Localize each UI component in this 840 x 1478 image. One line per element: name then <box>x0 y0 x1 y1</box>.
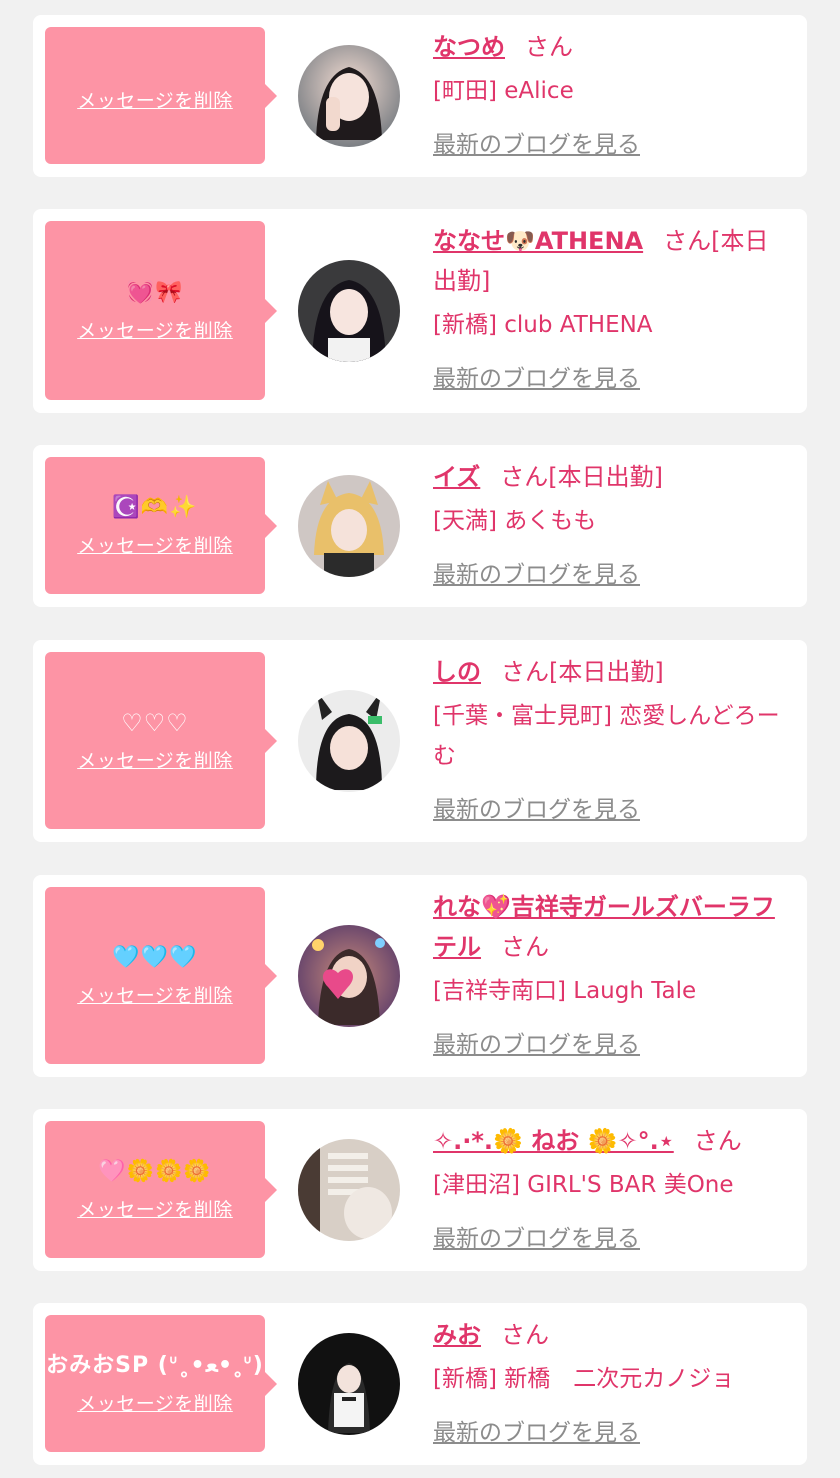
message-bubble: おみおSP (ᐡ˳•ﻌ•˳ᐡ) メッセージを削除 <box>45 1315 277 1452</box>
message-bubble: メッセージを削除 <box>45 27 277 164</box>
message-bubble: 💓🎀 メッセージを削除 <box>45 221 277 400</box>
avatar[interactable] <box>298 1333 400 1435</box>
delete-message-link[interactable]: メッセージを削除 <box>77 531 233 558</box>
member-name-link[interactable]: ななせ🐶ATHENA <box>433 227 643 255</box>
name-suffix: さん[本日出勤] <box>500 463 664 491</box>
message-memo: おみおSP (ᐡ˳•ﻌ•˳ᐡ) <box>46 1353 264 1378</box>
member-info: イズ さん[本日出勤] [天満] あくもも 最新のブログを見る <box>433 457 789 589</box>
member-info: れな💖吉祥寺ガールズバーラフテル さん [吉祥寺南口] Laugh Tale 最新… <box>433 887 789 1059</box>
delete-message-link[interactable]: メッセージを削除 <box>77 981 233 1008</box>
member-name-link[interactable]: しの <box>433 658 481 686</box>
delete-message-link[interactable]: メッセージを削除 <box>77 1195 233 1222</box>
avatar-photo-icon <box>298 45 400 147</box>
name-suffix: さん[本日出勤] <box>501 658 664 686</box>
message-card: 💓🎀 メッセージを削除 ななせ🐶ATHENA さん[本日出勤] [新橋] club… <box>33 209 807 413</box>
latest-blog-link[interactable]: 最新のブログを見る <box>433 555 640 589</box>
message-card: ☪️🫶✨ メッセージを削除 イズ さん[本日出勤] [天満] あくもも 最新のブロ… <box>33 445 807 607</box>
avatar[interactable] <box>298 690 400 792</box>
delete-message-link[interactable]: メッセージを削除 <box>77 1389 233 1416</box>
shop-label: [千葉・富士見町] 恋愛しんどろーむ <box>433 703 780 769</box>
message-memo: 💓🎀 <box>126 280 184 305</box>
message-card: 🩷🌼🌼🌼 メッセージを削除 ✧.·*.🌼 ねお 🌼✧°.⋆ さん [津田沼] GI… <box>33 1109 807 1271</box>
message-bubble: ♡♡♡ メッセージを削除 <box>45 652 277 829</box>
member-info: しの さん[本日出勤] [千葉・富士見町] 恋愛しんどろーむ 最新のブログを見る <box>433 652 789 824</box>
avatar-photo-icon <box>298 925 400 1027</box>
latest-blog-link[interactable]: 最新のブログを見る <box>433 1025 640 1059</box>
message-card: ♡♡♡ メッセージを削除 しの さん[本日出勤] [千葉・富士見町] 恋愛しんどろ… <box>33 640 807 842</box>
latest-blog-link[interactable]: 最新のブログを見る <box>433 1219 640 1253</box>
delete-message-link[interactable]: メッセージを削除 <box>77 86 233 113</box>
avatar[interactable] <box>298 925 400 1027</box>
latest-blog-link[interactable]: 最新のブログを見る <box>433 359 640 393</box>
shop-label: [津田沼] GIRL'S BAR 美One <box>433 1172 734 1198</box>
message-bubble: 🩵🩵🩵 メッセージを削除 <box>45 887 277 1064</box>
message-memo: ☪️🫶✨ <box>112 495 198 520</box>
latest-blog-link[interactable]: 最新のブログを見る <box>433 790 640 824</box>
message-memo: 🩵🩵🩵 <box>112 945 198 970</box>
avatar[interactable] <box>298 45 400 147</box>
latest-blog-link[interactable]: 最新のブログを見る <box>433 125 640 159</box>
name-suffix: さん <box>501 1321 549 1349</box>
member-name-link[interactable]: ✧.·*.🌼 ねお 🌼✧°.⋆ <box>433 1127 674 1155</box>
message-memo: 🩷🌼🌼🌼 <box>98 1159 212 1184</box>
member-name-link[interactable]: みお <box>433 1321 481 1349</box>
avatar[interactable] <box>298 475 400 577</box>
member-name-link[interactable]: イズ <box>433 463 480 491</box>
shop-label: [吉祥寺南口] Laugh Tale <box>433 978 697 1004</box>
shop-label: [新橋] club ATHENA <box>433 312 653 338</box>
avatar-photo-icon <box>298 690 400 792</box>
avatar[interactable] <box>298 1139 400 1241</box>
member-name-link[interactable]: なつめ <box>433 33 505 61</box>
delete-message-link[interactable]: メッセージを削除 <box>77 316 233 343</box>
member-info: ななせ🐶ATHENA さん[本日出勤] [新橋] club ATHENA 最新のブ… <box>433 221 789 393</box>
member-info: なつめ さん [町田] eAlice 最新のブログを見る <box>433 27 789 159</box>
delete-message-link[interactable]: メッセージを削除 <box>77 746 233 773</box>
message-card: メッセージを削除 なつめ さん [町田] eAlice 最新のブログを見る <box>33 15 807 177</box>
member-info: ✧.·*.🌼 ねお 🌼✧°.⋆ さん [津田沼] GIRL'S BAR 美One … <box>433 1121 789 1253</box>
name-suffix: さん <box>693 1127 742 1155</box>
message-card: 🩵🩵🩵 メッセージを削除 れな💖吉祥寺ガールズバーラフテル さん [吉祥寺南口] … <box>33 875 807 1077</box>
member-name-link[interactable]: れな💖吉祥寺ガールズバーラフテル <box>433 893 775 961</box>
latest-blog-link[interactable]: 最新のブログを見る <box>433 1413 640 1447</box>
avatar[interactable] <box>298 260 400 362</box>
name-suffix: さん <box>501 933 549 961</box>
message-bubble: ☪️🫶✨ メッセージを削除 <box>45 457 277 594</box>
avatar-photo-icon <box>298 475 400 577</box>
shop-label: [新橋] 新橋 二次元カノジョ <box>433 1366 735 1392</box>
message-bubble: 🩷🌼🌼🌼 メッセージを削除 <box>45 1121 277 1258</box>
member-info: みお さん [新橋] 新橋 二次元カノジョ 最新のブログを見る <box>433 1315 789 1447</box>
avatar-photo-icon <box>298 260 400 362</box>
name-suffix: さん <box>525 33 573 61</box>
shop-label: [天満] あくもも <box>433 508 597 534</box>
avatar-photo-icon <box>298 1139 400 1241</box>
avatar-photo-icon <box>298 1333 400 1435</box>
message-card: おみおSP (ᐡ˳•ﻌ•˳ᐡ) メッセージを削除 みお さん [新橋] 新橋 二次… <box>33 1303 807 1465</box>
message-memo: ♡♡♡ <box>121 709 189 737</box>
shop-label: [町田] eAlice <box>433 78 574 104</box>
